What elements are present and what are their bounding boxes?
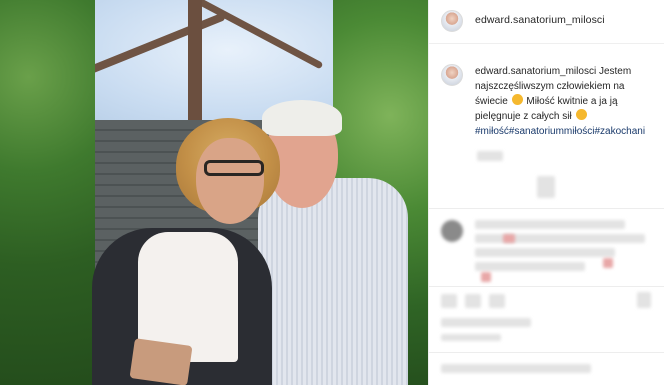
post-photo[interactable] — [0, 0, 428, 385]
post-side-panel: edward.sanatorium_milosci edward.sanator… — [428, 0, 664, 385]
blurred-comment-line — [475, 220, 625, 229]
blurred-timestamp — [477, 151, 503, 161]
blurred-comment-line — [475, 262, 585, 271]
post-header: edward.sanatorium_milosci — [429, 0, 664, 44]
woman-face — [196, 138, 264, 224]
avatar[interactable] — [441, 64, 463, 86]
blurred-avatar — [441, 220, 463, 242]
smiling-emoji-icon — [575, 109, 587, 120]
blurred-add-comment — [441, 364, 591, 373]
tree-trunk — [150, 0, 240, 130]
blurred-emoji — [481, 272, 491, 282]
blurred-comment-icon — [465, 294, 481, 308]
phone-in-hand — [129, 338, 193, 385]
blurred-comment-line — [475, 248, 615, 257]
avatar[interactable] — [441, 10, 463, 32]
divider — [429, 352, 664, 353]
blurred-emoji — [503, 234, 515, 243]
divider — [429, 286, 664, 287]
divider — [429, 208, 664, 209]
man-hair — [262, 100, 342, 136]
blurred-share-icon — [489, 294, 505, 308]
blurred-save-icon — [637, 292, 651, 308]
caption-username[interactable]: edward.sanatorium_milosci — [475, 66, 596, 77]
blurred-icon — [537, 176, 555, 198]
blurred-comment-line — [475, 234, 645, 243]
hedge-left — [0, 0, 95, 385]
blurred-likes — [441, 318, 531, 327]
caption-hashtags[interactable]: #miłość#sanatoriummiłości#zakochani — [475, 126, 645, 137]
man-shirt — [258, 178, 408, 385]
caption-text: edward.sanatorium_milosci Jestem najszcz… — [475, 64, 651, 139]
blurred-date — [441, 334, 501, 341]
glasses — [204, 160, 264, 176]
heart-eyes-emoji-icon — [511, 94, 523, 105]
blurred-like-icon — [441, 294, 457, 308]
blurred-emoji — [603, 258, 613, 268]
header-username[interactable]: edward.sanatorium_milosci — [475, 14, 605, 26]
